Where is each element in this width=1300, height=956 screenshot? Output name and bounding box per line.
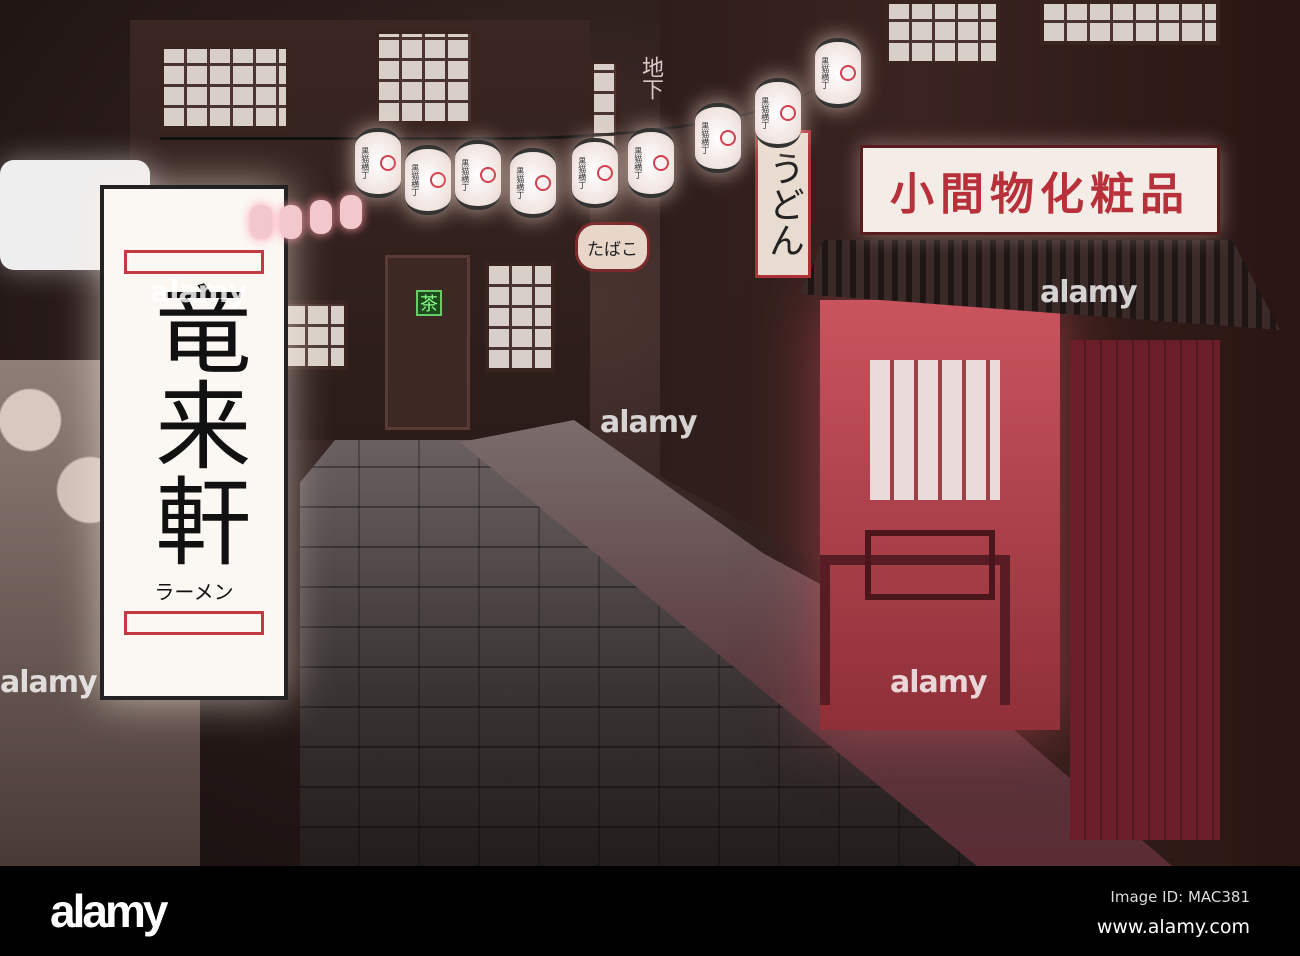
back-door: [385, 255, 470, 430]
ramen-shop-name: 竜来軒: [138, 280, 251, 568]
lantern-label: 黒猫横丁: [700, 122, 710, 154]
window: [885, 0, 1000, 65]
paper-lantern: 黒猫横丁: [755, 78, 801, 148]
paper-lantern: 黒猫横丁: [405, 145, 451, 215]
paper-lantern: 黒猫横丁: [628, 128, 674, 198]
distant-lantern: [280, 205, 302, 239]
cat-emblem-icon: [653, 155, 670, 171]
watermark: alamy: [0, 665, 98, 700]
paper-lantern: 黒猫横丁: [510, 148, 556, 218]
paper-lantern: 黒猫横丁: [572, 138, 618, 208]
cat-emblem-icon: [720, 130, 737, 146]
paper-lantern: 黒猫横丁: [815, 38, 861, 108]
cat-emblem-icon: [430, 172, 447, 188]
paper-lantern: 黒猫横丁: [455, 140, 501, 210]
paper-lantern: 黒猫横丁: [355, 128, 401, 198]
tea-sign: 茶: [416, 290, 442, 316]
alamy-logo: alamy: [50, 885, 168, 937]
distant-lantern: [340, 195, 362, 229]
lantern-label: 黒猫横丁: [410, 164, 420, 196]
ramen-label: ラーメン: [154, 580, 234, 604]
image-id: Image ID: MAC381: [1110, 888, 1250, 906]
ramen-shop-sign: 竜来軒 ラーメン: [100, 185, 288, 700]
distant-lantern: [310, 200, 332, 234]
meander-pattern: [124, 250, 264, 274]
lantern-label: 黒猫横丁: [515, 167, 525, 199]
cat-emblem-icon: [535, 175, 552, 191]
udon-sign: うどん: [755, 130, 811, 278]
shop-door: [1070, 340, 1220, 840]
watermark: alamy: [600, 405, 698, 440]
watermark: alamy: [150, 275, 248, 310]
crate: [865, 530, 995, 600]
photo-miniature-japanese-street: 小間物化粧品 うどん たばこ 茶 地下 竜来軒 ラーメン 黒猫横丁 黒猫横丁 黒猫横…: [0, 0, 1300, 866]
window: [1040, 0, 1220, 45]
lantern-label: 黒猫横丁: [820, 57, 830, 89]
shop-window: [870, 360, 1000, 500]
cat-emblem-icon: [780, 105, 797, 121]
cat-emblem-icon: [840, 65, 857, 81]
cat-emblem-icon: [380, 155, 397, 171]
lantern-label: 黒猫横丁: [577, 157, 587, 189]
tobacco-sign: たばこ: [575, 222, 650, 272]
meander-pattern: [124, 611, 264, 635]
watermark: alamy: [1040, 275, 1138, 310]
distant-lantern: [250, 205, 272, 239]
cat-emblem-icon: [597, 165, 614, 181]
watermark: alamy: [890, 665, 988, 700]
lantern-label: 黒猫横丁: [760, 97, 770, 129]
lantern-label: 黒猫横丁: [460, 159, 470, 191]
cosmetics-sign: 小間物化粧品: [860, 145, 1220, 235]
lantern-label: 黒猫横丁: [633, 147, 643, 179]
footer-bar: alamy Image ID: MAC381 www.alamy.com: [0, 866, 1300, 956]
cat-emblem-icon: [480, 167, 497, 183]
window: [485, 262, 555, 372]
paper-lantern: 黒猫横丁: [695, 103, 741, 173]
site-url: www.alamy.com: [1096, 916, 1250, 938]
lantern-label: 黒猫横丁: [360, 147, 370, 179]
